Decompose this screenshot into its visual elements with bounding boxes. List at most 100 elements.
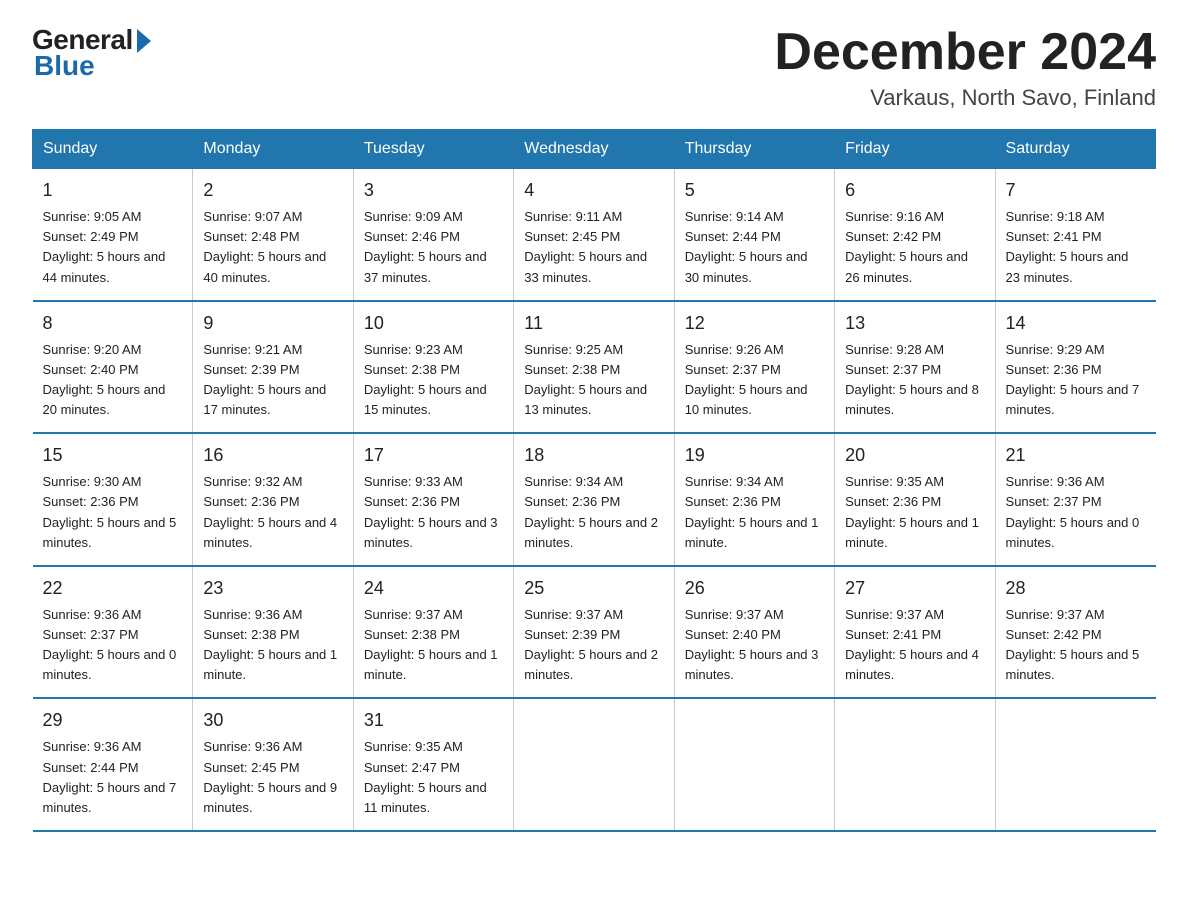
day-info: Sunrise: 9:36 AMSunset: 2:37 PMDaylight:… — [43, 607, 177, 682]
header-monday: Monday — [193, 130, 353, 169]
day-info: Sunrise: 9:21 AMSunset: 2:39 PMDaylight:… — [203, 342, 326, 417]
month-title: December 2024 — [774, 24, 1156, 81]
day-number: 30 — [203, 707, 342, 734]
header-saturday: Saturday — [995, 130, 1155, 169]
day-number: 18 — [524, 442, 663, 469]
table-row — [674, 698, 834, 831]
day-info: Sunrise: 9:37 AMSunset: 2:41 PMDaylight:… — [845, 607, 979, 682]
day-number: 4 — [524, 177, 663, 204]
logo: General Blue — [32, 24, 151, 82]
day-info: Sunrise: 9:26 AMSunset: 2:37 PMDaylight:… — [685, 342, 808, 417]
header-sunday: Sunday — [33, 130, 193, 169]
calendar-week-row: 1Sunrise: 9:05 AMSunset: 2:49 PMDaylight… — [33, 169, 1156, 301]
table-row: 22 Sunrise: 9:36 AMSunset: 2:37 PMDayligh… — [33, 566, 193, 699]
day-number: 7 — [1006, 177, 1146, 204]
table-row: 10 Sunrise: 9:23 AMSunset: 2:38 PMDayligh… — [353, 301, 513, 434]
day-number: 10 — [364, 310, 503, 337]
table-row: 15Sunrise: 9:30 AMSunset: 2:36 PMDayligh… — [33, 433, 193, 566]
logo-arrow-icon — [137, 29, 151, 53]
table-row: 7 Sunrise: 9:18 AMSunset: 2:41 PMDaylight… — [995, 169, 1155, 301]
table-row: 24 Sunrise: 9:37 AMSunset: 2:38 PMDayligh… — [353, 566, 513, 699]
calendar-week-row: 22 Sunrise: 9:36 AMSunset: 2:37 PMDayligh… — [33, 566, 1156, 699]
day-info: Sunrise: 9:34 AMSunset: 2:36 PMDaylight:… — [685, 474, 819, 549]
table-row: 2 Sunrise: 9:07 AMSunset: 2:48 PMDaylight… — [193, 169, 353, 301]
day-number: 24 — [364, 575, 503, 602]
day-number: 17 — [364, 442, 503, 469]
day-number: 28 — [1006, 575, 1146, 602]
day-number: 12 — [685, 310, 824, 337]
table-row: 12 Sunrise: 9:26 AMSunset: 2:37 PMDayligh… — [674, 301, 834, 434]
title-block: December 2024 Varkaus, North Savo, Finla… — [774, 24, 1156, 111]
logo-blue-text: Blue — [34, 50, 95, 82]
calendar-week-row: 15Sunrise: 9:30 AMSunset: 2:36 PMDayligh… — [33, 433, 1156, 566]
day-info: Sunrise: 9:30 AMSunset: 2:36 PMDaylight:… — [43, 474, 177, 549]
table-row: 4 Sunrise: 9:11 AMSunset: 2:45 PMDaylight… — [514, 169, 674, 301]
day-number: 13 — [845, 310, 984, 337]
day-number: 6 — [845, 177, 984, 204]
calendar-week-row: 8 Sunrise: 9:20 AMSunset: 2:40 PMDaylight… — [33, 301, 1156, 434]
day-info: Sunrise: 9:28 AMSunset: 2:37 PMDaylight:… — [845, 342, 979, 417]
day-number: 16 — [203, 442, 342, 469]
day-info: Sunrise: 9:36 AMSunset: 2:45 PMDaylight:… — [203, 739, 337, 814]
table-row — [835, 698, 995, 831]
day-number: 11 — [524, 310, 663, 337]
day-number: 14 — [1006, 310, 1146, 337]
day-info: Sunrise: 9:23 AMSunset: 2:38 PMDaylight:… — [364, 342, 487, 417]
day-info: Sunrise: 9:20 AMSunset: 2:40 PMDaylight:… — [43, 342, 166, 417]
day-number: 26 — [685, 575, 824, 602]
weekday-header-row: Sunday Monday Tuesday Wednesday Thursday… — [33, 130, 1156, 169]
day-info: Sunrise: 9:37 AMSunset: 2:42 PMDaylight:… — [1006, 607, 1140, 682]
day-number: 25 — [524, 575, 663, 602]
table-row: 6Sunrise: 9:16 AMSunset: 2:42 PMDaylight… — [835, 169, 995, 301]
table-row: 28 Sunrise: 9:37 AMSunset: 2:42 PMDayligh… — [995, 566, 1155, 699]
table-row: 18Sunrise: 9:34 AMSunset: 2:36 PMDayligh… — [514, 433, 674, 566]
calendar-table: Sunday Monday Tuesday Wednesday Thursday… — [32, 129, 1156, 832]
table-row: 5Sunrise: 9:14 AMSunset: 2:44 PMDaylight… — [674, 169, 834, 301]
table-row: 26 Sunrise: 9:37 AMSunset: 2:40 PMDayligh… — [674, 566, 834, 699]
table-row: 8 Sunrise: 9:20 AMSunset: 2:40 PMDaylight… — [33, 301, 193, 434]
day-number: 2 — [203, 177, 342, 204]
day-number: 31 — [364, 707, 503, 734]
table-row: 16 Sunrise: 9:32 AMSunset: 2:36 PMDayligh… — [193, 433, 353, 566]
header-wednesday: Wednesday — [514, 130, 674, 169]
table-row: 27 Sunrise: 9:37 AMSunset: 2:41 PMDayligh… — [835, 566, 995, 699]
table-row: 29Sunrise: 9:36 AMSunset: 2:44 PMDayligh… — [33, 698, 193, 831]
day-number: 9 — [203, 310, 342, 337]
day-number: 19 — [685, 442, 824, 469]
header-friday: Friday — [835, 130, 995, 169]
day-number: 20 — [845, 442, 984, 469]
table-row: 13 Sunrise: 9:28 AMSunset: 2:37 PMDayligh… — [835, 301, 995, 434]
day-number: 22 — [43, 575, 183, 602]
table-row: 20 Sunrise: 9:35 AMSunset: 2:36 PMDayligh… — [835, 433, 995, 566]
day-number: 27 — [845, 575, 984, 602]
day-info: Sunrise: 9:36 AMSunset: 2:38 PMDaylight:… — [203, 607, 337, 682]
table-row: 30 Sunrise: 9:36 AMSunset: 2:45 PMDayligh… — [193, 698, 353, 831]
day-info: Sunrise: 9:37 AMSunset: 2:38 PMDaylight:… — [364, 607, 498, 682]
day-number: 5 — [685, 177, 824, 204]
table-row: 14Sunrise: 9:29 AMSunset: 2:36 PMDayligh… — [995, 301, 1155, 434]
day-info: Sunrise: 9:33 AMSunset: 2:36 PMDaylight:… — [364, 474, 498, 549]
table-row: 9 Sunrise: 9:21 AMSunset: 2:39 PMDaylight… — [193, 301, 353, 434]
header-thursday: Thursday — [674, 130, 834, 169]
day-info: Sunrise: 9:37 AMSunset: 2:40 PMDaylight:… — [685, 607, 819, 682]
table-row — [514, 698, 674, 831]
day-info: Sunrise: 9:35 AMSunset: 2:36 PMDaylight:… — [845, 474, 979, 549]
table-row: 23 Sunrise: 9:36 AMSunset: 2:38 PMDayligh… — [193, 566, 353, 699]
day-info: Sunrise: 9:07 AMSunset: 2:48 PMDaylight:… — [203, 209, 326, 284]
day-info: Sunrise: 9:11 AMSunset: 2:45 PMDaylight:… — [524, 209, 647, 284]
table-row: 19 Sunrise: 9:34 AMSunset: 2:36 PMDayligh… — [674, 433, 834, 566]
location-title: Varkaus, North Savo, Finland — [774, 85, 1156, 111]
table-row: 21Sunrise: 9:36 AMSunset: 2:37 PMDayligh… — [995, 433, 1155, 566]
page-header: General Blue December 2024 Varkaus, Nort… — [32, 24, 1156, 111]
day-number: 23 — [203, 575, 342, 602]
day-number: 8 — [43, 310, 183, 337]
day-info: Sunrise: 9:32 AMSunset: 2:36 PMDaylight:… — [203, 474, 337, 549]
table-row: 1Sunrise: 9:05 AMSunset: 2:49 PMDaylight… — [33, 169, 193, 301]
day-number: 1 — [43, 177, 183, 204]
day-info: Sunrise: 9:25 AMSunset: 2:38 PMDaylight:… — [524, 342, 647, 417]
day-info: Sunrise: 9:36 AMSunset: 2:44 PMDaylight:… — [43, 739, 177, 814]
calendar-week-row: 29Sunrise: 9:36 AMSunset: 2:44 PMDayligh… — [33, 698, 1156, 831]
table-row: 3Sunrise: 9:09 AMSunset: 2:46 PMDaylight… — [353, 169, 513, 301]
day-info: Sunrise: 9:18 AMSunset: 2:41 PMDaylight:… — [1006, 209, 1129, 284]
table-row: 11 Sunrise: 9:25 AMSunset: 2:38 PMDayligh… — [514, 301, 674, 434]
